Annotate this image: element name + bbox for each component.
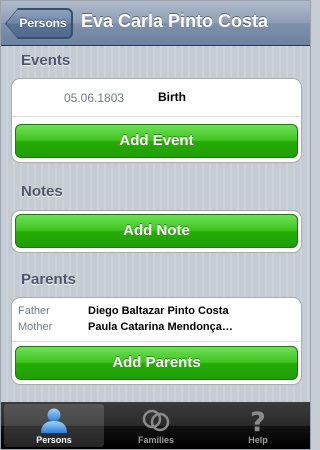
mother-name: Paula Catarina Mendonça… <box>88 321 233 333</box>
parents-divider <box>12 341 301 342</box>
app-screen: Persons Eva Carla Pinto Costa Events 05.… <box>0 0 311 450</box>
mother-row[interactable]: Mother Paula Catarina Mendonça… <box>18 321 298 335</box>
event-row[interactable]: 05.06.1803 Birth <box>12 79 301 117</box>
tab-persons[interactable]: Persons <box>4 404 104 447</box>
father-label: Father <box>18 305 50 317</box>
add-event-button[interactable]: Add Event <box>15 124 298 158</box>
question-icon: ? <box>208 407 308 438</box>
add-note-button[interactable]: Add Note <box>15 214 298 248</box>
tab-families[interactable]: Families <box>106 404 206 447</box>
mother-label: Mother <box>18 321 53 333</box>
tab-help-label: Help <box>248 435 268 445</box>
add-parents-button[interactable]: Add Parents <box>15 346 298 380</box>
tab-bar: Persons Families ? Help <box>1 402 310 449</box>
notes-section-header: Notes <box>21 183 63 200</box>
notes-group: Add Note <box>11 210 302 253</box>
event-type: Birth <box>158 90 186 104</box>
events-group: 05.06.1803 Birth Add Event <box>11 78 302 163</box>
event-date: 05.06.1803 <box>64 91 125 105</box>
rings-icon <box>106 407 206 433</box>
svg-text:?: ? <box>250 407 266 433</box>
person-icon <box>4 407 104 433</box>
events-section-header: Events <box>21 52 71 69</box>
father-row[interactable]: Father Diego Baltazar Pinto Costa <box>18 305 298 319</box>
tab-families-label: Families <box>137 435 175 445</box>
back-button[interactable]: Persons <box>6 9 72 38</box>
father-name: Diego Baltazar Pinto Costa <box>88 305 229 317</box>
navigation-bar: Persons Eva Carla Pinto Costa <box>1 1 310 46</box>
parents-section-header: Parents <box>21 271 77 288</box>
parents-group: Father Diego Baltazar Pinto Costa Mother… <box>11 297 302 385</box>
tab-help[interactable]: ? Help <box>208 404 308 447</box>
page-title: Eva Carla Pinto Costa <box>81 11 269 31</box>
tab-persons-label: Persons <box>36 435 72 445</box>
